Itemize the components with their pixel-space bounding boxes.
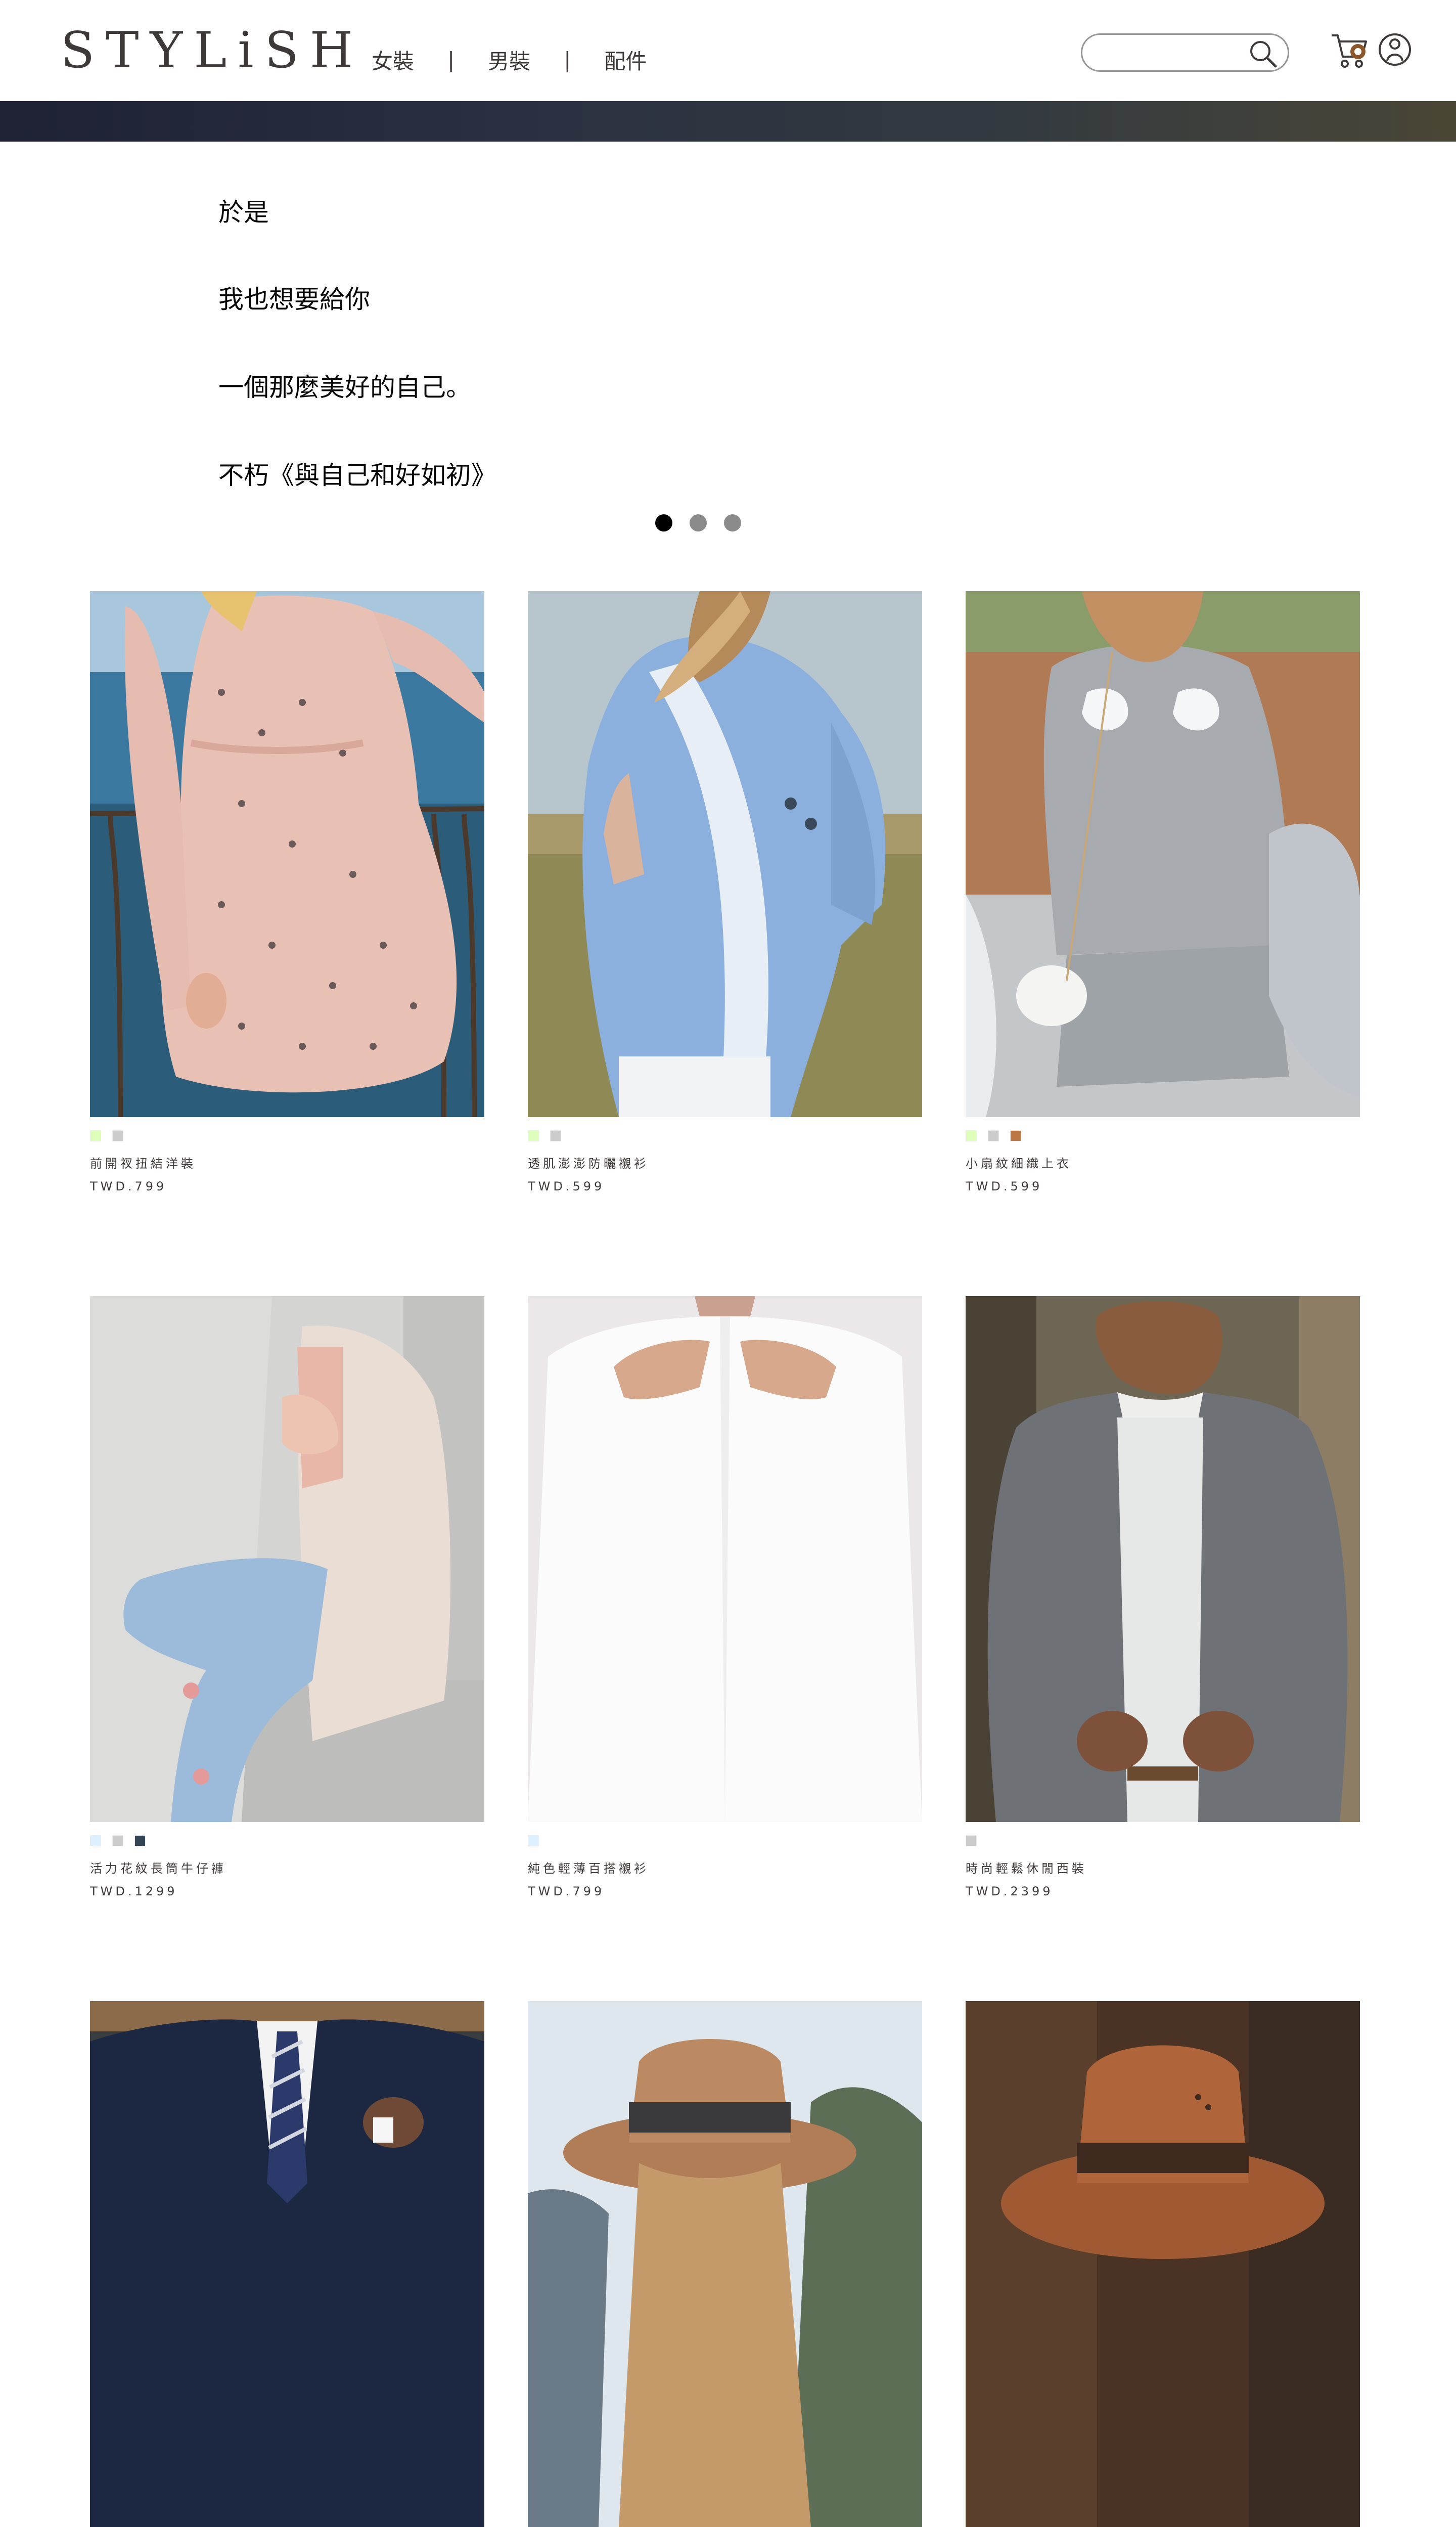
color-swatches	[90, 1130, 134, 1143]
color-swatch[interactable]	[90, 1130, 101, 1141]
carousel-dot-1[interactable]	[655, 514, 672, 531]
carousel-dots	[655, 514, 758, 533]
header-band	[0, 101, 1456, 142]
product-name[interactable]: 小扇紋細織上衣	[966, 1154, 1072, 1171]
product-photo-pink-dress	[90, 591, 484, 1117]
color-swatch[interactable]	[966, 1835, 977, 1846]
product-image[interactable]	[966, 2001, 1360, 2527]
product-photo-grey-blouse	[966, 591, 1360, 1117]
product-price: TWD.799	[528, 1884, 605, 1898]
color-swatch[interactable]	[112, 1835, 123, 1846]
color-swatches	[966, 1835, 988, 1848]
color-swatches	[528, 1835, 550, 1848]
product-image[interactable]	[966, 591, 1360, 1117]
color-swatch[interactable]	[1010, 1130, 1021, 1141]
carousel-dot-2[interactable]	[690, 514, 707, 531]
cart-icon[interactable]	[1330, 31, 1370, 70]
color-swatch[interactable]	[528, 1130, 539, 1141]
product-name[interactable]: 前開衩扭結洋裝	[90, 1154, 196, 1171]
product-image[interactable]	[528, 591, 922, 1117]
product-price: TWD.2399	[966, 1884, 1054, 1898]
product-name[interactable]: 時尚輕鬆休閒西裝	[966, 1858, 1087, 1876]
hero-text-line: 不朽《與自己和好如初》	[218, 461, 496, 490]
logo[interactable]: STYLiSH	[61, 25, 364, 76]
product-image[interactable]	[90, 2001, 484, 2527]
product-name[interactable]: 純色輕薄百搭襯衫	[528, 1858, 649, 1876]
color-swatches	[90, 1835, 157, 1848]
search-icon[interactable]	[1248, 39, 1278, 68]
product-photo-brown-hat	[966, 2001, 1360, 2527]
nav-men[interactable]: 男裝	[488, 45, 530, 75]
nav-separator: |	[564, 47, 571, 72]
nav-women[interactable]: 女裝	[372, 45, 414, 75]
color-swatch[interactable]	[90, 1835, 101, 1846]
hero-text-line: 於是	[218, 198, 269, 227]
nav-accessories[interactable]: 配件	[604, 45, 647, 75]
product-photo-jeans	[90, 1296, 484, 1822]
product-photo-straw-hat	[528, 2001, 922, 2527]
product-photo-blazer	[966, 1296, 1360, 1822]
product-image[interactable]	[966, 1296, 1360, 1822]
color-swatch[interactable]	[966, 1130, 977, 1141]
product-photo-white-shirt	[528, 1296, 922, 1822]
color-swatches	[528, 1130, 572, 1143]
color-swatch[interactable]	[528, 1835, 539, 1846]
search-box	[1081, 33, 1289, 72]
hero-text-line: 一個那麼美好的自己。	[218, 373, 471, 402]
main-nav: 女裝 | 男裝 | 配件	[372, 45, 647, 75]
product-photo-blue-shirt	[528, 591, 922, 1117]
product-price: TWD.1299	[90, 1884, 178, 1898]
product-image[interactable]	[528, 1296, 922, 1822]
carousel-dot-3[interactable]	[724, 514, 741, 531]
product-photo-suit	[90, 2001, 484, 2527]
color-swatches	[966, 1130, 1032, 1143]
color-swatch[interactable]	[112, 1130, 123, 1141]
product-name[interactable]: 透肌澎澎防曬襯衫	[528, 1154, 649, 1171]
product-price: TWD.799	[90, 1179, 167, 1193]
site-header: STYLiSH 女裝 | 男裝 | 配件	[0, 0, 1456, 101]
search-input[interactable]	[1098, 40, 1251, 67]
color-swatch[interactable]	[550, 1130, 561, 1141]
member-icon[interactable]	[1378, 31, 1412, 68]
color-swatch[interactable]	[134, 1835, 146, 1846]
product-image[interactable]	[90, 591, 484, 1117]
hero-text-line: 我也想要給你	[218, 285, 370, 314]
product-name[interactable]: 活力花紋長筒牛仔褲	[90, 1858, 226, 1876]
nav-separator: |	[447, 47, 455, 72]
product-price: TWD.599	[528, 1179, 605, 1193]
product-image[interactable]	[528, 2001, 922, 2527]
product-price: TWD.599	[966, 1179, 1043, 1193]
product-image[interactable]	[90, 1296, 484, 1822]
color-swatch[interactable]	[988, 1130, 999, 1141]
